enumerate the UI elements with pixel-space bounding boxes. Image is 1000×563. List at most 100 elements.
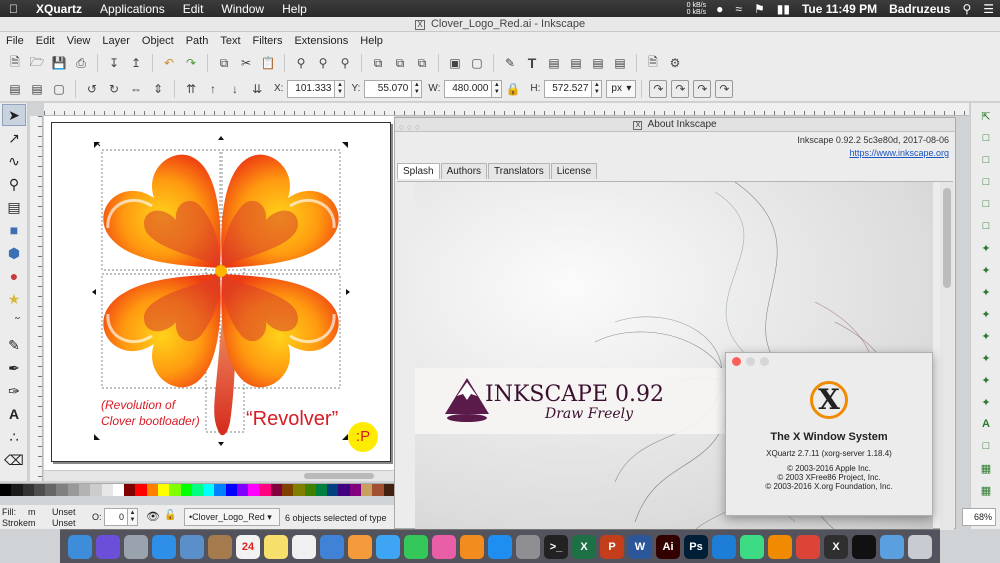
menu-filters[interactable]: Filters [247, 35, 289, 47]
zoom-tool-icon[interactable]: ⚲ [2, 173, 26, 195]
palette-swatch[interactable] [372, 484, 384, 496]
palette-swatch[interactable] [349, 484, 361, 496]
tab-splash[interactable]: Splash [397, 163, 440, 179]
calligraphy-tool-icon[interactable]: ✑ [2, 380, 26, 402]
terminal-icon[interactable]: >_ [544, 534, 568, 559]
palette-swatch[interactable] [338, 484, 350, 496]
align-distribute-icon[interactable]: ▤ [567, 54, 585, 72]
reminders-icon[interactable] [292, 534, 316, 559]
xml-editor-icon[interactable]: ▤ [545, 54, 563, 72]
system-preferences-icon[interactable] [516, 534, 540, 559]
clone-icon[interactable]: ⧉ [391, 54, 409, 72]
snap-smooth-icon[interactable]: ✦ [976, 327, 996, 345]
y-stepper[interactable]: ▲ ▼ [412, 79, 423, 98]
lock-ratio-icon[interactable]: 🔒 [504, 80, 522, 98]
menu-path[interactable]: Path [180, 35, 215, 47]
battery-icon[interactable]: ▮▮ [771, 2, 796, 16]
scale-corners-icon[interactable]: ↷ [671, 79, 690, 98]
opacity-input[interactable]: 0 [104, 508, 128, 526]
vlc-icon[interactable] [768, 534, 792, 559]
unit-select[interactable]: px ▾ [606, 79, 637, 98]
text-tool-icon[interactable]: A [2, 403, 26, 425]
mac-menu-edit[interactable]: Edit [174, 2, 213, 16]
palette-swatch[interactable] [180, 484, 192, 496]
cut-icon[interactable]: ✂ [237, 54, 255, 72]
y-input[interactable]: 55.070 [364, 79, 413, 98]
illustrator-icon[interactable]: Ai [656, 534, 680, 559]
about-dialog-titlebar[interactable]: ○ ○ ○ X About Inkscape [395, 118, 955, 132]
redo-icon[interactable]: ↷ [182, 54, 200, 72]
new-document-icon[interactable]: 🗎 [6, 54, 24, 72]
snap-paths-icon[interactable]: ✦ [976, 261, 996, 279]
snap-bbox-midpoint-icon[interactable]: □ [976, 195, 996, 213]
ibooks-icon[interactable] [460, 534, 484, 559]
facetime-icon[interactable] [404, 534, 428, 559]
launchpad-icon[interactable] [124, 534, 148, 559]
preview-icon[interactable] [180, 534, 204, 559]
layer-visibility-icon[interactable]: 👁 [146, 510, 160, 523]
keynote-icon[interactable] [320, 534, 344, 559]
zoom-field[interactable]: 68% [962, 508, 996, 526]
palette-swatch[interactable] [124, 484, 136, 496]
tab-authors[interactable]: Authors [440, 163, 488, 179]
xquartz-icon[interactable]: X [824, 534, 848, 559]
downloads-icon[interactable] [880, 534, 904, 559]
paste-icon[interactable]: 📋 [259, 54, 277, 72]
zoom-selection-icon[interactable]: ⚲ [292, 54, 310, 72]
powerpoint-icon[interactable]: P [600, 534, 624, 559]
tab-license[interactable]: License [550, 163, 598, 179]
chrome-icon[interactable] [796, 534, 820, 559]
wifi-icon[interactable]: ≈ [729, 2, 748, 16]
import-icon[interactable]: ↧ [105, 54, 123, 72]
save-icon[interactable]: 💾 [50, 54, 68, 72]
snap-nodes-icon[interactable]: ✦ [976, 239, 996, 257]
palette-swatch[interactable] [33, 484, 46, 496]
3d-box-tool-icon[interactable]: ⬢ [2, 242, 26, 264]
snap-grids-icon[interactable]: ▦ [976, 459, 996, 477]
height-input[interactable]: 572.527 [544, 79, 593, 98]
mac-menu-applications[interactable]: Applications [91, 2, 174, 16]
symbols-icon[interactable]: ▤ [611, 54, 629, 72]
x-stepper[interactable]: ▲ ▼ [335, 79, 346, 98]
trash-icon[interactable] [908, 534, 932, 559]
export-icon[interactable]: ↥ [127, 54, 145, 72]
snap-intersections-icon[interactable]: ✦ [976, 283, 996, 301]
inkscape-icon[interactable] [852, 534, 876, 559]
mac-menu-window[interactable]: Window [212, 2, 273, 16]
messages-icon[interactable] [376, 534, 400, 559]
move-patterns-icon[interactable]: ↷ [715, 79, 734, 98]
width-stepper[interactable]: ▲ ▼ [492, 79, 503, 98]
vertical-ruler[interactable] [30, 116, 43, 481]
palette-swatch[interactable] [67, 484, 79, 496]
spotlight-search-icon[interactable]: ⚲ [956, 2, 977, 16]
palette-swatch[interactable] [146, 484, 158, 496]
select-all-icon[interactable]: ▤ [6, 80, 24, 98]
palette-swatch[interactable] [214, 484, 226, 496]
menu-layer[interactable]: Layer [96, 35, 136, 47]
zoom-button[interactable] [760, 357, 769, 366]
snap-cusp-icon[interactable]: ✦ [976, 305, 996, 323]
palette-swatch[interactable] [315, 484, 328, 496]
notes-icon[interactable] [264, 534, 288, 559]
palette-swatch[interactable] [22, 484, 34, 496]
ellipse-tool-icon[interactable]: ● [2, 265, 26, 287]
move-gradients-icon[interactable]: ↷ [693, 79, 712, 98]
copy-icon[interactable]: ⧉ [215, 54, 233, 72]
rotate-cw-icon[interactable]: ↻ [105, 80, 123, 98]
open-icon[interactable]: 🗁 [28, 54, 46, 72]
snap-centers-icon[interactable]: ✦ [976, 371, 996, 389]
fill-value[interactable]: m [28, 507, 36, 517]
horizontal-ruler[interactable] [44, 103, 969, 116]
pencil-tool-icon[interactable]: ✎ [2, 334, 26, 356]
color-palette[interactable] [0, 483, 395, 496]
palette-swatch[interactable] [236, 484, 249, 496]
palette-swatch[interactable] [248, 484, 260, 496]
canvas[interactable]: (Revolution of Clover bootloader) “Revol… [44, 116, 394, 481]
snap-page-border-icon[interactable]: □ [976, 437, 996, 455]
selector-tool-icon[interactable]: ➤ [2, 104, 26, 126]
eraser-tool-icon[interactable]: ⌫ [2, 449, 26, 471]
palette-swatch[interactable] [157, 484, 170, 496]
flip-horizontal-icon[interactable]: ⇔ [127, 80, 145, 98]
snap-guides-icon[interactable]: ▦ [976, 481, 996, 499]
pen-tool-icon[interactable]: ✒ [2, 357, 26, 379]
